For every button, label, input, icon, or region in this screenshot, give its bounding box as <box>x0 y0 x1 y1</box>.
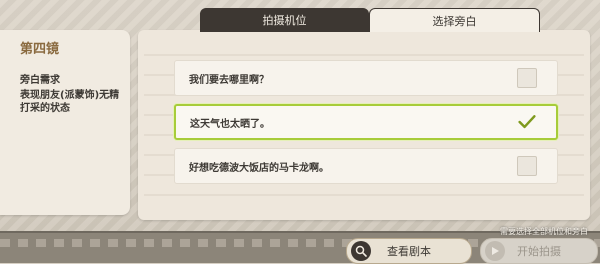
option-text: 我们要去哪里啊？ <box>189 74 269 86</box>
tab-bar: 拍摄机位 选择旁白 <box>200 8 540 32</box>
selection-hint: 需要选择全部机位和旁白 <box>500 227 588 236</box>
option-checkbox[interactable] <box>517 68 537 88</box>
tab-select-narration[interactable]: 选择旁白 <box>369 8 540 32</box>
scene-title: 第四镜 <box>20 42 60 57</box>
option-text: 这天气也太晒了。 <box>190 118 270 130</box>
start-shooting-button[interactable]: 开始拍摄 <box>480 238 598 264</box>
option-checkbox[interactable] <box>518 113 536 131</box>
checkmark-icon <box>518 115 536 129</box>
option-checkbox[interactable] <box>517 156 537 176</box>
play-icon <box>485 241 505 261</box>
narration-option-3[interactable]: 好想吃德波大饭店的马卡龙啊。 <box>174 148 558 184</box>
magnifier-icon <box>351 241 371 261</box>
option-text: 好想吃德波大饭店的马卡龙啊。 <box>189 162 329 174</box>
view-script-label: 查看剧本 <box>387 245 431 258</box>
start-shooting-label: 开始拍摄 <box>517 245 561 258</box>
requirement-title: 旁白需求 <box>20 75 60 86</box>
narration-option-1[interactable]: 我们要去哪里啊？ <box>174 60 558 96</box>
scene-info-panel: 第四镜 旁白需求 表现朋友(派蒙饰)无精打采的状态 <box>0 30 130 215</box>
requirement-description: 表现朋友(派蒙饰)无精打采的状态 <box>20 90 120 114</box>
narration-option-2[interactable]: 这天气也太晒了。 <box>174 104 558 140</box>
view-script-button[interactable]: 查看剧本 <box>346 238 472 264</box>
tab-camera-position[interactable]: 拍摄机位 <box>200 8 369 32</box>
